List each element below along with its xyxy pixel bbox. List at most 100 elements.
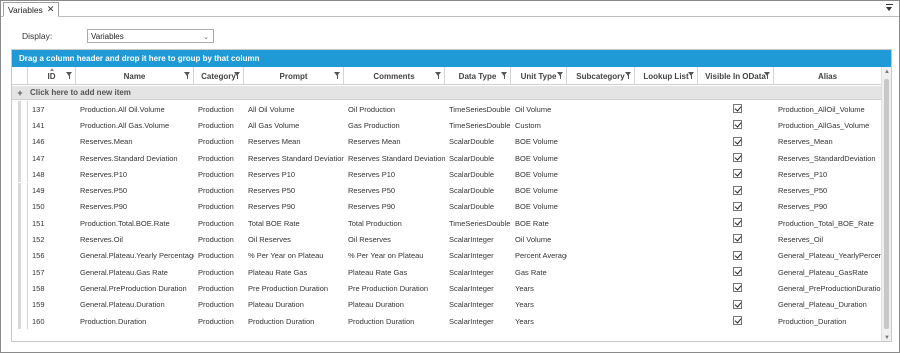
cell-unit-type[interactable]: Oil Volume: [511, 231, 567, 247]
cell-subcategory[interactable]: [567, 150, 635, 166]
cell-data-type[interactable]: ScalarInteger: [445, 264, 511, 280]
checkbox-checked-icon[interactable]: [733, 201, 742, 211]
cell-category[interactable]: Production: [194, 183, 244, 199]
add-new-item-row[interactable]: + Click here to add new item: [12, 86, 882, 100]
checkbox-checked-icon[interactable]: [733, 136, 742, 146]
cell-alias[interactable]: General_Plateau_GasRate: [774, 264, 882, 280]
cell-category[interactable]: Production: [194, 101, 244, 117]
cell-name[interactable]: Production.Duration: [76, 313, 194, 329]
cell-id[interactable]: 152: [28, 231, 76, 247]
table-row[interactable]: 151 Production.Total.BOE.Rate Production To…: [12, 215, 882, 232]
cell-subcategory[interactable]: [567, 231, 635, 247]
filter-funnel-icon[interactable]: [625, 72, 631, 79]
cell-lookup-list[interactable]: [635, 117, 698, 133]
cell-alias[interactable]: General_Plateau_Duration: [774, 297, 882, 313]
cell-unit-type[interactable]: Gas Rate: [511, 264, 567, 280]
cell-lookup-list[interactable]: [635, 183, 698, 199]
row-indicator[interactable]: [12, 182, 28, 199]
filter-funnel-icon[interactable]: [435, 72, 441, 79]
dropdown-menu-icon[interactable]: [885, 3, 895, 13]
cell-name[interactable]: General.PreProduction Duration: [76, 280, 194, 296]
filter-funnel-icon[interactable]: [557, 72, 563, 79]
filter-funnel-icon[interactable]: [688, 72, 694, 79]
checkbox-checked-icon[interactable]: [733, 218, 742, 228]
cell-prompt[interactable]: Reserves P90: [244, 199, 344, 215]
cell-data-type[interactable]: TimeSeriesDouble: [445, 101, 511, 117]
cell-alias[interactable]: Reserves_Oil: [774, 231, 882, 247]
cell-comments[interactable]: Gas Production: [344, 117, 445, 133]
cell-id[interactable]: 158: [28, 280, 76, 296]
checkbox-checked-icon[interactable]: [733, 283, 742, 293]
cell-category[interactable]: Production: [194, 248, 244, 264]
cell-id[interactable]: 147: [28, 150, 76, 166]
cell-unit-type[interactable]: BOE Volume: [511, 134, 567, 150]
cell-name[interactable]: Reserves.Oil: [76, 231, 194, 247]
cell-subcategory[interactable]: [567, 183, 635, 199]
cell-name[interactable]: Production.All Gas.Volume: [76, 117, 194, 133]
cell-prompt[interactable]: Reserves P50: [244, 183, 344, 199]
close-icon[interactable]: ✕: [47, 5, 55, 14]
checkbox-checked-icon[interactable]: [733, 185, 742, 195]
cell-name[interactable]: Reserves.P50: [76, 183, 194, 199]
cell-prompt[interactable]: Reserves P10: [244, 166, 344, 182]
filter-funnel-icon[interactable]: [501, 72, 507, 79]
column-header-data-type[interactable]: Data Type: [445, 67, 511, 85]
row-indicator[interactable]: [12, 198, 28, 216]
column-header-id[interactable]: ID: [28, 67, 76, 85]
cell-subcategory[interactable]: [567, 215, 635, 231]
scroll-down-icon[interactable]: ▼: [884, 335, 890, 341]
cell-data-type[interactable]: ScalarInteger: [445, 280, 511, 296]
cell-name[interactable]: Reserves.Mean: [76, 134, 194, 150]
cell-lookup-list[interactable]: [635, 134, 698, 150]
checkbox-checked-icon[interactable]: [733, 234, 742, 244]
cell-alias[interactable]: Reserves_P90: [774, 199, 882, 215]
display-select[interactable]: Variables ⌄: [87, 29, 214, 43]
cell-data-type[interactable]: ScalarInteger: [445, 231, 511, 247]
table-row[interactable]: 137 Production.All Oil.Volume Production Al…: [12, 101, 882, 118]
cell-lookup-list[interactable]: [635, 231, 698, 247]
cell-alias[interactable]: General_Plateau_YearlyPercentage: [774, 248, 882, 264]
cell-category[interactable]: Production: [194, 297, 244, 313]
cell-subcategory[interactable]: [567, 248, 635, 264]
cell-unit-type[interactable]: BOE Rate: [511, 215, 567, 231]
cell-comments[interactable]: Total Production: [344, 215, 445, 231]
cell-category[interactable]: Production: [194, 199, 244, 215]
cell-category[interactable]: Production: [194, 264, 244, 280]
cell-id[interactable]: 149: [28, 183, 76, 199]
cell-lookup-list[interactable]: [635, 264, 698, 280]
cell-alias[interactable]: General_PreProductionDuration: [774, 280, 882, 296]
cell-id[interactable]: 160: [28, 313, 76, 329]
filter-funnel-icon[interactable]: [334, 72, 340, 79]
cell-id[interactable]: 146: [28, 134, 76, 150]
cell-prompt[interactable]: Pre Production Duration: [244, 280, 344, 296]
row-indicator[interactable]: [12, 280, 28, 297]
row-indicator[interactable]: [12, 296, 28, 313]
row-indicator[interactable]: [12, 149, 28, 167]
row-indicator[interactable]: [12, 133, 28, 150]
cell-comments[interactable]: Plateau Rate Gas: [344, 264, 445, 280]
column-header-name[interactable]: Name: [76, 67, 194, 85]
row-indicator[interactable]: [12, 117, 28, 134]
cell-alias[interactable]: Reserves_P10: [774, 166, 882, 182]
checkbox-checked-icon[interactable]: [733, 267, 742, 276]
cell-lookup-list[interactable]: [635, 166, 698, 182]
cell-data-type[interactable]: ScalarInteger: [445, 248, 511, 264]
cell-unit-type[interactable]: Custom: [511, 117, 567, 133]
row-indicator[interactable]: [12, 312, 28, 330]
table-row[interactable]: 150 Reserves.P90 Production Reserves P90 Res…: [12, 198, 882, 216]
cell-category[interactable]: Production: [194, 231, 244, 247]
table-row[interactable]: 146 Reserves.Mean Production Reserves Mean R…: [12, 133, 882, 150]
row-indicator[interactable]: [12, 247, 28, 264]
cell-prompt[interactable]: Production Duration: [244, 313, 344, 329]
cell-alias[interactable]: Production_AllGas_Volume: [774, 117, 882, 133]
cell-category[interactable]: Production: [194, 166, 244, 182]
group-by-panel[interactable]: Drag a column header and drop it here to…: [12, 50, 891, 67]
cell-data-type[interactable]: ScalarInteger: [445, 313, 511, 329]
filter-funnel-icon[interactable]: [234, 72, 240, 79]
cell-comments[interactable]: % Per Year on Plateau: [344, 248, 445, 264]
cell-comments[interactable]: Pre Production Duration: [344, 280, 445, 296]
cell-prompt[interactable]: All Oil Volume: [244, 101, 344, 117]
table-row[interactable]: 159 General.Plateau.Duration Production Pla…: [12, 296, 882, 313]
cell-id[interactable]: 157: [28, 264, 76, 280]
cell-lookup-list[interactable]: [635, 313, 698, 329]
